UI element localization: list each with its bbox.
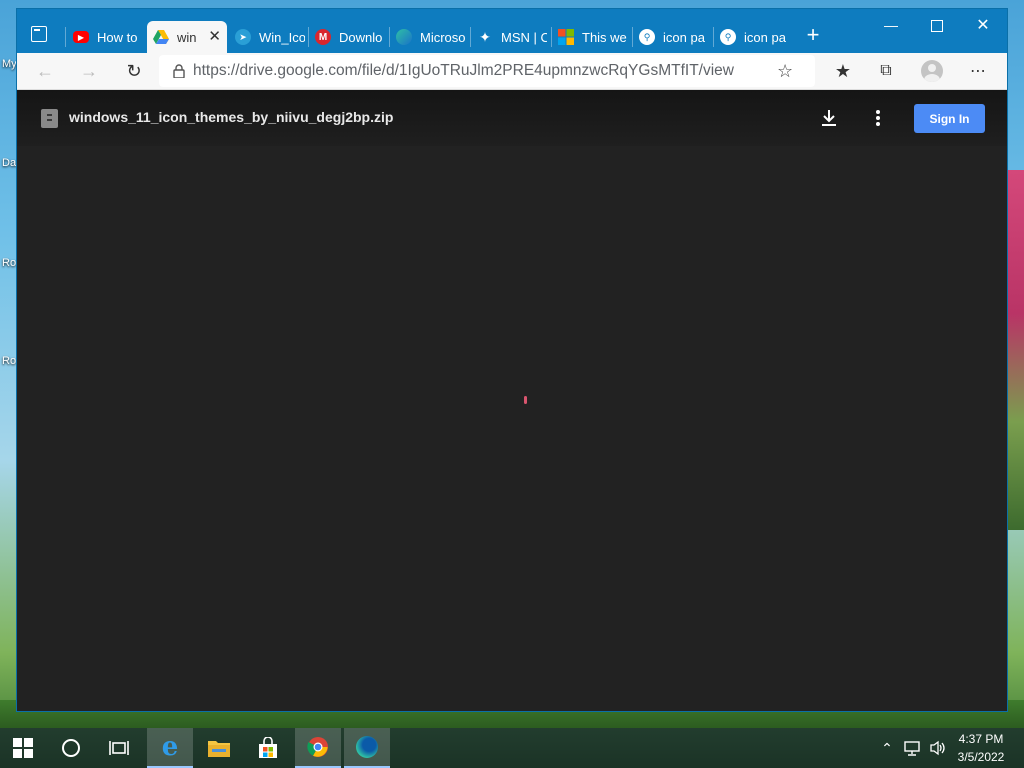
windows-logo-icon (13, 738, 33, 758)
back-button[interactable]: ← (31, 57, 59, 85)
tab-label: icon pa (744, 29, 786, 45)
taskbar-file-explorer[interactable] (196, 728, 242, 768)
browser-toolbar: ← → ↻ https://drive.google.com/file/d/1I… (17, 53, 1007, 90)
refresh-button[interactable]: ↻ (120, 57, 148, 85)
tab-msn[interactable]: ✦ MSN | C (471, 21, 547, 53)
arrow-right-icon: → (80, 60, 98, 81)
chrome-icon (307, 737, 328, 757)
arrow-left-icon: ← (36, 60, 54, 81)
taskbar-microsoft-edge[interactable] (344, 728, 390, 768)
file-name: windows_11_icon_themes_by_niivu_degj2bp.… (69, 109, 394, 125)
title-bar: ▶ How to win ✕ ➤ Win_Ico M Downlo Micros… (17, 9, 1007, 53)
mega-icon: M (315, 29, 331, 45)
desktop-icon-label[interactable]: Ro (2, 355, 16, 367)
download-button[interactable] (817, 106, 841, 130)
viewer-header: windows_11_icon_themes_by_niivu_degj2bp.… (17, 90, 1007, 146)
edge-icon (396, 29, 412, 45)
speaker-icon (930, 740, 945, 756)
download-icon (822, 110, 836, 126)
task-view-button[interactable] (96, 728, 142, 768)
forward-button[interactable]: → (75, 57, 103, 85)
search-circle-icon (62, 739, 80, 757)
tab-label: Win_Ico (259, 29, 305, 45)
bing-search-icon: ⚲ (720, 29, 736, 45)
taskbar-microsoft-store[interactable] (245, 728, 291, 768)
sign-in-button[interactable]: Sign In (914, 104, 985, 133)
avatar (921, 60, 943, 82)
tab-label: win (177, 29, 197, 45)
archive-file-icon (41, 109, 58, 128)
minimize-button[interactable]: — (868, 9, 914, 41)
taskbar-google-chrome[interactable] (295, 728, 341, 768)
favorites-list-icon: ★ (834, 60, 852, 81)
telegram-icon: ➤ (235, 29, 251, 45)
collections-icon: ⧉ (880, 62, 892, 79)
add-favorite-icon[interactable]: ☆ (777, 61, 793, 82)
address-bar[interactable]: https://drive.google.com/file/d/1IgUoTRu… (159, 55, 815, 87)
tab-label: This we (582, 29, 627, 45)
more-horizontal-icon: ⋯ (970, 63, 986, 80)
tab-microsoft[interactable]: This we (552, 21, 628, 53)
network-button[interactable] (900, 728, 926, 768)
tab-mega[interactable]: M Downlo (309, 21, 385, 53)
tab-bing-search[interactable]: ⚲ icon pa (714, 21, 790, 53)
folder-icon (208, 741, 230, 757)
taskbar-internet-explorer[interactable]: e (147, 728, 193, 768)
network-icon (904, 741, 920, 756)
new-tab-button[interactable]: + (799, 22, 827, 50)
tab-label: Downlo (339, 29, 383, 45)
start-button[interactable] (0, 728, 46, 768)
tab-label: icon pa (663, 29, 705, 45)
tab-microsoft-edge[interactable]: Microso (390, 21, 466, 53)
edge-icon (356, 736, 378, 758)
loading-spinner (524, 396, 527, 404)
maximize-icon (931, 20, 943, 33)
wallpaper-flower (1006, 170, 1024, 530)
more-vertical-icon (876, 110, 880, 126)
tab-separator (65, 27, 66, 47)
desktop-icon-label[interactable]: Ro (2, 257, 16, 269)
more-options-button[interactable] (866, 106, 890, 130)
profile-button[interactable] (918, 57, 946, 85)
tab-label: MSN | C (501, 29, 547, 45)
clock-date[interactable]: 3/5/2022 (946, 750, 1016, 764)
desktop-icon-label[interactable]: Da (2, 157, 16, 169)
lock-icon[interactable] (173, 64, 185, 78)
tab-youtube[interactable]: ▶ How to (67, 21, 143, 53)
tab-actions-icon (34, 29, 40, 31)
favorites-button[interactable]: ★ (829, 57, 857, 85)
plus-icon: + (806, 22, 820, 47)
drive-file-viewer: windows_11_icon_themes_by_niivu_degj2bp.… (17, 90, 1007, 711)
msn-icon: ✦ (479, 28, 491, 45)
tab-bing-search[interactable]: ⚲ icon pa (633, 21, 709, 53)
tab-label: How to (97, 29, 138, 45)
maximize-button[interactable] (914, 9, 960, 41)
task-view-icon (109, 741, 129, 755)
tab-label: Microso (420, 29, 466, 45)
chevron-up-icon: ⌃ (881, 739, 893, 756)
google-drive-icon (153, 29, 169, 45)
taskbar: e ⌃ 4:37 PM 3/5/2022 (0, 728, 1024, 768)
close-window-button[interactable]: ✕ (960, 9, 1006, 41)
settings-more-button[interactable]: ⋯ (964, 57, 992, 85)
minimize-icon: — (884, 17, 898, 33)
close-tab-icon[interactable]: ✕ (208, 27, 221, 45)
youtube-icon: ▶ (73, 31, 89, 43)
internet-explorer-icon: e (161, 732, 179, 762)
tab-google-drive[interactable]: win ✕ (147, 21, 227, 53)
desktop-icon-label[interactable]: My (2, 58, 17, 70)
microsoft-icon (558, 29, 574, 45)
tab-telegram[interactable]: ➤ Win_Ico (229, 21, 305, 53)
close-icon: ✕ (976, 17, 990, 34)
refresh-icon: ↻ (126, 60, 142, 81)
browser-window: ▶ How to win ✕ ➤ Win_Ico M Downlo Micros… (17, 9, 1007, 711)
show-hidden-icons-button[interactable]: ⌃ (876, 728, 898, 768)
search-button[interactable] (48, 728, 94, 768)
collections-button[interactable]: ⧉ (872, 57, 900, 85)
store-bag-icon (259, 737, 277, 758)
clock-time[interactable]: 4:37 PM (946, 732, 1016, 746)
tab-actions-button[interactable] (31, 26, 47, 42)
url-text[interactable]: https://drive.google.com/file/d/1IgUoTRu… (193, 62, 753, 80)
bing-search-icon: ⚲ (639, 29, 655, 45)
